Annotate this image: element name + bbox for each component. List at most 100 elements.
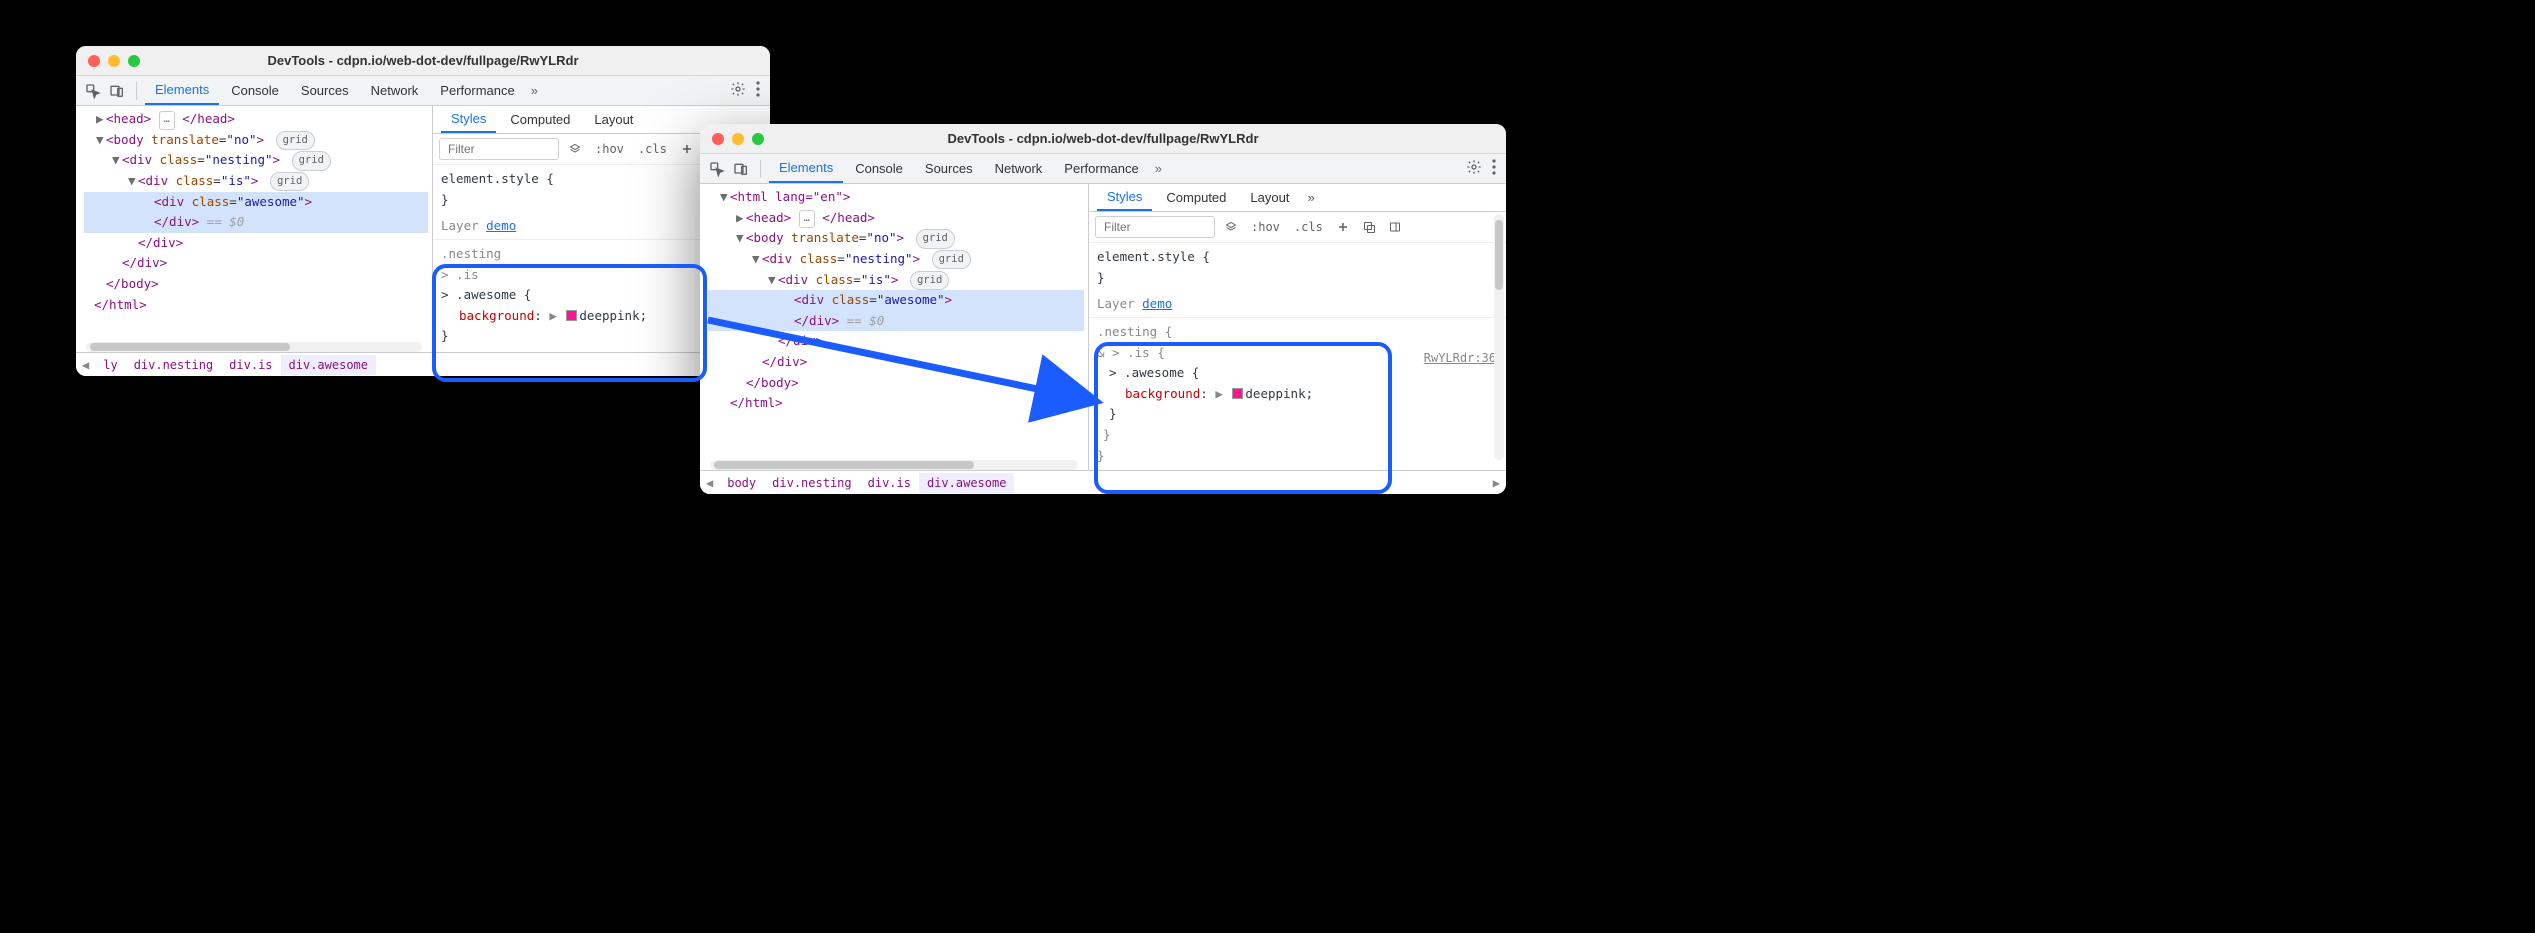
device-icon[interactable] <box>730 158 752 180</box>
subtab-layout[interactable]: Layout <box>1240 185 1299 210</box>
dom-tag-div-is[interactable]: <div <box>778 272 816 287</box>
hov-button[interactable]: :hov <box>1247 218 1284 236</box>
layers-icon[interactable] <box>565 139 585 159</box>
cls-button[interactable]: .cls <box>1290 218 1327 236</box>
device-icon[interactable] <box>106 80 128 102</box>
tab-sources[interactable]: Sources <box>291 77 359 104</box>
add-rule-icon[interactable] <box>1333 217 1353 237</box>
dom-tag-body[interactable]: <body <box>106 132 151 147</box>
selector-awesome[interactable]: > .awesome { <box>1097 365 1199 380</box>
gear-icon[interactable] <box>1462 159 1486 178</box>
tab-network[interactable]: Network <box>985 155 1053 182</box>
source-link[interactable]: RwYLRdr:36 <box>1424 349 1496 369</box>
tab-elements[interactable]: Elements <box>145 76 219 105</box>
breadcrumb-nesting[interactable]: div.nesting <box>764 473 859 493</box>
dom-tag-body[interactable]: <body <box>746 230 791 245</box>
tab-sources[interactable]: Sources <box>915 155 983 182</box>
dom-tag-head[interactable]: <head> <box>106 111 151 126</box>
more-tabs-icon[interactable]: » <box>1151 161 1166 176</box>
tab-console[interactable]: Console <box>221 77 289 104</box>
selector-nesting[interactable]: .nesting <box>441 246 501 261</box>
subtab-styles[interactable]: Styles <box>1097 184 1152 211</box>
subtab-layout[interactable]: Layout <box>584 107 643 132</box>
breadcrumb-right-icon[interactable]: ▶ <box>1487 476 1506 490</box>
element-style-open[interactable]: element.style { <box>1097 249 1210 264</box>
breadcrumb-nesting[interactable]: div.nesting <box>126 355 221 375</box>
breadcrumb-awesome[interactable]: div.awesome <box>281 355 376 375</box>
grid-badge[interactable]: grid <box>910 271 949 290</box>
color-swatch-icon[interactable] <box>1232 388 1243 399</box>
dom-tag-div-nesting[interactable]: <div <box>122 152 160 167</box>
subtab-computed[interactable]: Computed <box>500 107 580 132</box>
tab-performance[interactable]: Performance <box>1054 155 1148 182</box>
expand-head-icon[interactable]: … <box>799 210 815 229</box>
styles-toolbar: :hov .cls <box>1089 212 1506 243</box>
titlebar[interactable]: DevTools - cdpn.io/web-dot-dev/fullpage/… <box>76 46 770 76</box>
grid-badge[interactable]: grid <box>276 131 315 150</box>
dom-tree[interactable]: ▶<head> … </head> ▼<body translate="no">… <box>76 106 432 318</box>
breadcrumb-is[interactable]: div.is <box>221 355 280 375</box>
inspect-icon[interactable] <box>82 80 104 102</box>
breadcrumb-left-icon[interactable]: ◀ <box>700 476 719 490</box>
split-view: ▶<head> … </head> ▼<body translate="no">… <box>76 106 770 352</box>
dom-tree[interactable]: ▼<html lang="en"> ▶<head> … </head> ▼<bo… <box>700 184 1088 417</box>
inspect-icon[interactable] <box>706 158 728 180</box>
breadcrumb-is[interactable]: div.is <box>860 473 919 493</box>
dom-selected-row[interactable]: <div class="awesome"> <box>84 192 428 213</box>
color-swatch-icon[interactable] <box>566 310 577 321</box>
dom-scrollbar[interactable] <box>86 342 422 352</box>
dom-tag-div-is[interactable]: <div <box>138 173 176 188</box>
prop-background[interactable]: background <box>1125 386 1200 401</box>
layer-link[interactable]: demo <box>1142 296 1172 311</box>
titlebar[interactable]: DevTools - cdpn.io/web-dot-dev/fullpage/… <box>700 124 1506 154</box>
expand-head-icon[interactable]: … <box>159 111 175 130</box>
expand-shorthand-icon[interactable]: ▶ <box>549 308 557 323</box>
dom-scrollbar[interactable] <box>710 460 1078 470</box>
element-style-open[interactable]: element.style { <box>441 171 554 186</box>
prop-value[interactable]: deeppink <box>1245 386 1305 401</box>
more-tabs-icon[interactable]: » <box>527 83 542 98</box>
selector-is[interactable]: > .is <box>441 267 479 282</box>
layer-link[interactable]: demo <box>486 218 516 233</box>
dom-selected-row[interactable]: <div class="awesome"> <box>708 290 1084 311</box>
add-rule-icon[interactable] <box>677 139 697 159</box>
cls-button[interactable]: .cls <box>634 140 671 158</box>
selector-nesting[interactable]: .nesting { <box>1097 324 1172 339</box>
devtools-window-after: DevTools - cdpn.io/web-dot-dev/fullpage/… <box>700 124 1506 494</box>
prop-background[interactable]: background <box>459 308 534 323</box>
sidebar-toggle-icon[interactable] <box>1385 217 1405 237</box>
expand-shorthand-icon[interactable]: ▶ <box>1215 386 1223 401</box>
subtab-styles[interactable]: Styles <box>441 106 496 133</box>
styles-rules[interactable]: element.style { } Layer demo .nesting { … <box>1089 243 1506 470</box>
prop-value[interactable]: deeppink <box>579 308 639 323</box>
gear-icon[interactable] <box>726 81 750 100</box>
computed-toggle-icon[interactable] <box>1359 217 1379 237</box>
tab-performance[interactable]: Performance <box>430 77 524 104</box>
selector-awesome[interactable]: > .awesome { <box>441 287 531 302</box>
breadcrumb-awesome[interactable]: div.awesome <box>919 473 1014 493</box>
grid-badge[interactable]: grid <box>292 151 331 170</box>
styles-filter-input[interactable] <box>1095 216 1215 238</box>
grid-badge[interactable]: grid <box>270 172 309 191</box>
layers-icon[interactable] <box>1221 217 1241 237</box>
grid-badge[interactable]: grid <box>932 250 971 269</box>
kebab-icon[interactable] <box>1488 159 1500 178</box>
hov-button[interactable]: :hov <box>591 140 628 158</box>
subtab-computed[interactable]: Computed <box>1156 185 1236 210</box>
dom-tag-div-nesting[interactable]: <div <box>762 251 800 266</box>
more-subtabs-icon[interactable]: » <box>1303 190 1318 205</box>
breadcrumb-left-icon[interactable]: ◀ <box>76 358 95 372</box>
breadcrumb-body[interactable]: body <box>719 473 764 493</box>
styles-scrollbar[interactable] <box>1494 214 1504 460</box>
tab-elements[interactable]: Elements <box>769 154 843 183</box>
dom-tag-html[interactable]: <html lang="en"> <box>730 189 850 204</box>
tab-console[interactable]: Console <box>845 155 913 182</box>
selector-amp-is[interactable]: & > .is { <box>1097 345 1165 360</box>
styles-subtabs: Styles Computed Layout » <box>1089 184 1506 212</box>
tab-network[interactable]: Network <box>361 77 429 104</box>
grid-badge[interactable]: grid <box>916 229 955 248</box>
styles-filter-input[interactable] <box>439 138 559 160</box>
dom-tag-head[interactable]: <head> <box>746 210 791 225</box>
kebab-icon[interactable] <box>752 81 764 100</box>
layer-divider: Layer demo <box>1089 292 1506 318</box>
